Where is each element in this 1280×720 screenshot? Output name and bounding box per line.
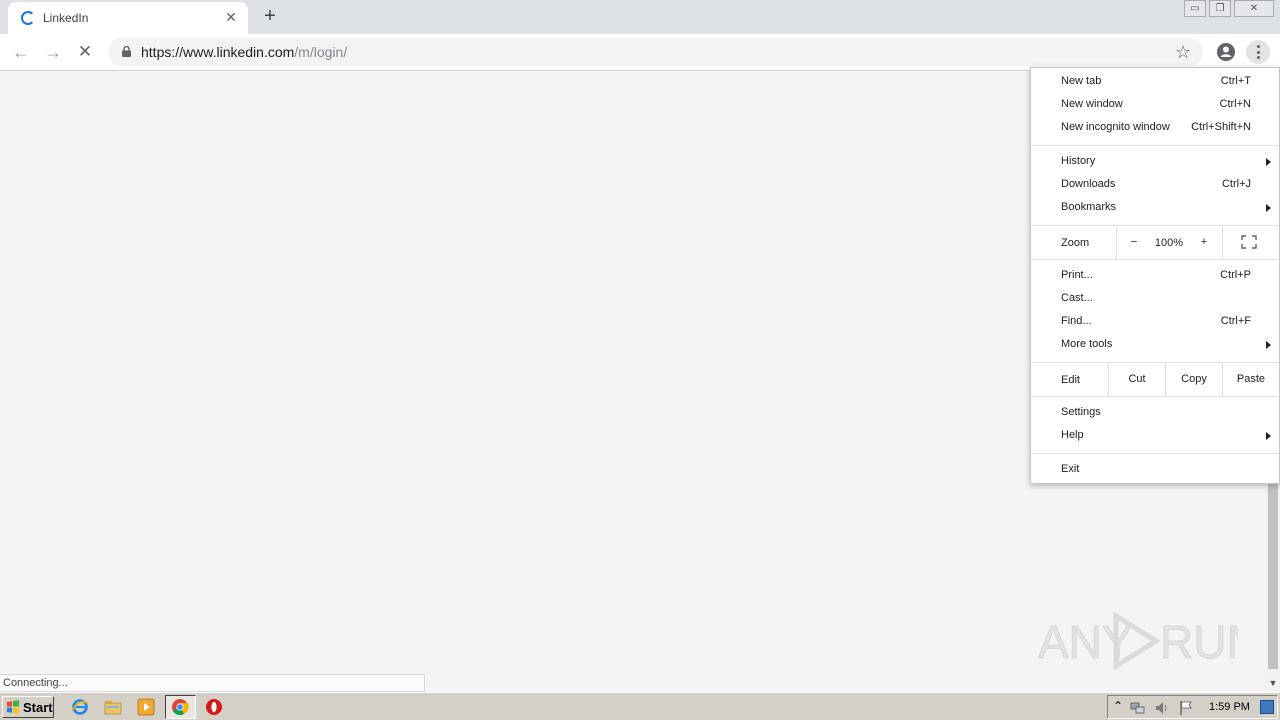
tab-title: LinkedIn	[43, 11, 89, 25]
volume-icon[interactable]	[1154, 700, 1170, 716]
menu-item-shortcut: Ctrl+J	[1221, 178, 1251, 190]
zoom-divider	[1116, 226, 1117, 259]
zoom-label: Zoom	[1061, 237, 1090, 249]
chrome-menu-button[interactable]	[1246, 40, 1270, 64]
minimize-button[interactable]: ▭	[1184, 0, 1206, 17]
watermark-right-text: RUN	[1160, 616, 1238, 668]
zoom-in-button[interactable]: +	[1194, 236, 1214, 248]
windows-logo-icon	[7, 700, 19, 714]
menu-dot-icon	[1256, 50, 1260, 54]
menu-item-new-tab[interactable]: New tab Ctrl+T	[1031, 71, 1279, 94]
menu-dot-icon	[1256, 56, 1260, 59]
action-center-flag-icon[interactable]	[1178, 700, 1194, 716]
chrome-app-menu: New tab Ctrl+T New window Ctrl+N New inc…	[1030, 67, 1280, 484]
menu-item-label: New tab	[1061, 75, 1102, 87]
menu-item-downloads[interactable]: Downloads Ctrl+J	[1031, 174, 1279, 197]
menu-item-shortcut: Ctrl+P	[1220, 269, 1251, 281]
menu-item-more-tools[interactable]: More tools	[1031, 334, 1279, 357]
menu-item-history[interactable]: History	[1031, 151, 1279, 174]
menu-zoom-row: Zoom − 100% +	[1031, 226, 1279, 259]
start-label: Start	[23, 700, 53, 715]
bookmark-star-icon[interactable]: ☆	[1175, 42, 1191, 62]
lock-icon	[122, 46, 131, 57]
menu-item-shortcut: Ctrl+Shift+N	[1191, 121, 1251, 133]
browser-toolbar: ← → ✕ https://www.linkedin.com/m/login/ …	[0, 34, 1280, 71]
menu-item-bookmarks[interactable]: Bookmarks	[1031, 197, 1279, 220]
zoom-level: 100%	[1154, 237, 1184, 249]
menu-item-shortcut: Ctrl+F	[1220, 315, 1251, 327]
menu-item-label: Settings	[1061, 406, 1101, 418]
copy-button[interactable]: Copy	[1166, 373, 1222, 385]
zoom-divider	[1222, 226, 1223, 259]
menu-item-help[interactable]: Help	[1031, 425, 1279, 448]
tab-linkedin[interactable]: LinkedIn ✕	[8, 2, 248, 34]
menu-dot-icon	[1256, 45, 1260, 48]
show-hidden-icons-icon[interactable]: ⌃	[1113, 699, 1123, 713]
menu-item-print[interactable]: Print... Ctrl+P	[1031, 265, 1279, 288]
taskbar-chrome-button[interactable]	[165, 695, 196, 719]
network-icon[interactable]	[1130, 700, 1146, 716]
menu-separator	[1031, 453, 1279, 454]
url-text: https://www.linkedin.com/m/login/	[141, 44, 347, 60]
menu-item-new-window[interactable]: New window Ctrl+N	[1031, 94, 1279, 117]
anyrun-watermark-logo: ANY RUN	[1038, 611, 1238, 671]
submenu-arrow-icon	[1266, 204, 1271, 212]
menu-item-label: Cast...	[1061, 292, 1093, 304]
profile-avatar-icon[interactable]	[1215, 41, 1237, 63]
zoom-out-button[interactable]: −	[1124, 236, 1144, 248]
opera-icon[interactable]	[204, 697, 224, 717]
url-host: https://www.linkedin.com	[141, 44, 295, 60]
menu-separator	[1031, 145, 1279, 146]
menu-item-label: Downloads	[1061, 178, 1116, 190]
chrome-icon	[172, 699, 189, 715]
fullscreen-icon[interactable]	[1241, 235, 1257, 249]
menu-separator	[1031, 259, 1279, 260]
status-bubble: Connecting...	[0, 674, 425, 692]
tab-close-icon[interactable]: ✕	[223, 9, 239, 25]
show-desktop-icon[interactable]	[1260, 700, 1274, 714]
loading-spinner-icon	[21, 11, 35, 25]
menu-item-label: History	[1061, 155, 1096, 167]
scroll-down-arrow-icon[interactable]: ▼	[1266, 676, 1280, 690]
menu-item-label: Help	[1061, 429, 1084, 441]
menu-item-exit[interactable]: Exit	[1031, 459, 1279, 482]
address-bar[interactable]: https://www.linkedin.com/m/login/ ☆	[108, 38, 1203, 66]
cut-button[interactable]: Cut	[1109, 373, 1165, 385]
edit-label: Edit	[1061, 374, 1080, 386]
internet-explorer-icon[interactable]	[70, 697, 90, 717]
menu-item-label: New window	[1061, 98, 1123, 110]
windows-taskbar: Start ⌃ 1:59 PM	[0, 692, 1280, 720]
menu-item-label: Print...	[1061, 269, 1093, 281]
file-explorer-icon[interactable]	[103, 697, 123, 717]
media-player-icon[interactable]	[136, 697, 156, 717]
menu-item-shortcut: Ctrl+T	[1220, 75, 1251, 87]
url-path: /m/login/	[294, 44, 348, 60]
taskbar-clock[interactable]: 1:59 PM	[1209, 701, 1250, 713]
menu-item-label: More tools	[1061, 338, 1113, 350]
start-button[interactable]: Start	[2, 696, 54, 718]
tab-strip: LinkedIn ✕ + ▭ ❐ ✕	[0, 0, 1280, 34]
close-window-button[interactable]: ✕	[1234, 0, 1274, 17]
stop-loading-button[interactable]: ✕	[73, 41, 97, 63]
menu-item-find[interactable]: Find... Ctrl+F	[1031, 311, 1279, 334]
paste-button[interactable]: Paste	[1223, 373, 1279, 385]
submenu-arrow-icon	[1266, 341, 1271, 349]
menu-item-new-incognito-window[interactable]: New incognito window Ctrl+Shift+N	[1031, 117, 1279, 140]
menu-item-settings[interactable]: Settings	[1031, 402, 1279, 425]
back-button[interactable]: ←	[9, 41, 33, 63]
menu-item-label: Find...	[1061, 315, 1092, 327]
restore-button[interactable]: ❐	[1209, 0, 1231, 17]
menu-item-label: Exit	[1061, 463, 1080, 475]
menu-item-label: Bookmarks	[1061, 201, 1117, 213]
forward-button[interactable]: →	[41, 41, 65, 63]
menu-separator	[1031, 396, 1279, 397]
menu-item-shortcut: Ctrl+N	[1219, 98, 1251, 110]
new-tab-button[interactable]: +	[260, 6, 280, 26]
menu-item-cast[interactable]: Cast...	[1031, 288, 1279, 311]
system-tray: ⌃ 1:59 PM	[1107, 695, 1278, 719]
submenu-arrow-icon	[1266, 432, 1271, 440]
menu-item-label: New incognito window	[1061, 121, 1170, 133]
menu-edit-row: Edit Cut Copy Paste	[1031, 363, 1279, 396]
submenu-arrow-icon	[1266, 158, 1271, 166]
